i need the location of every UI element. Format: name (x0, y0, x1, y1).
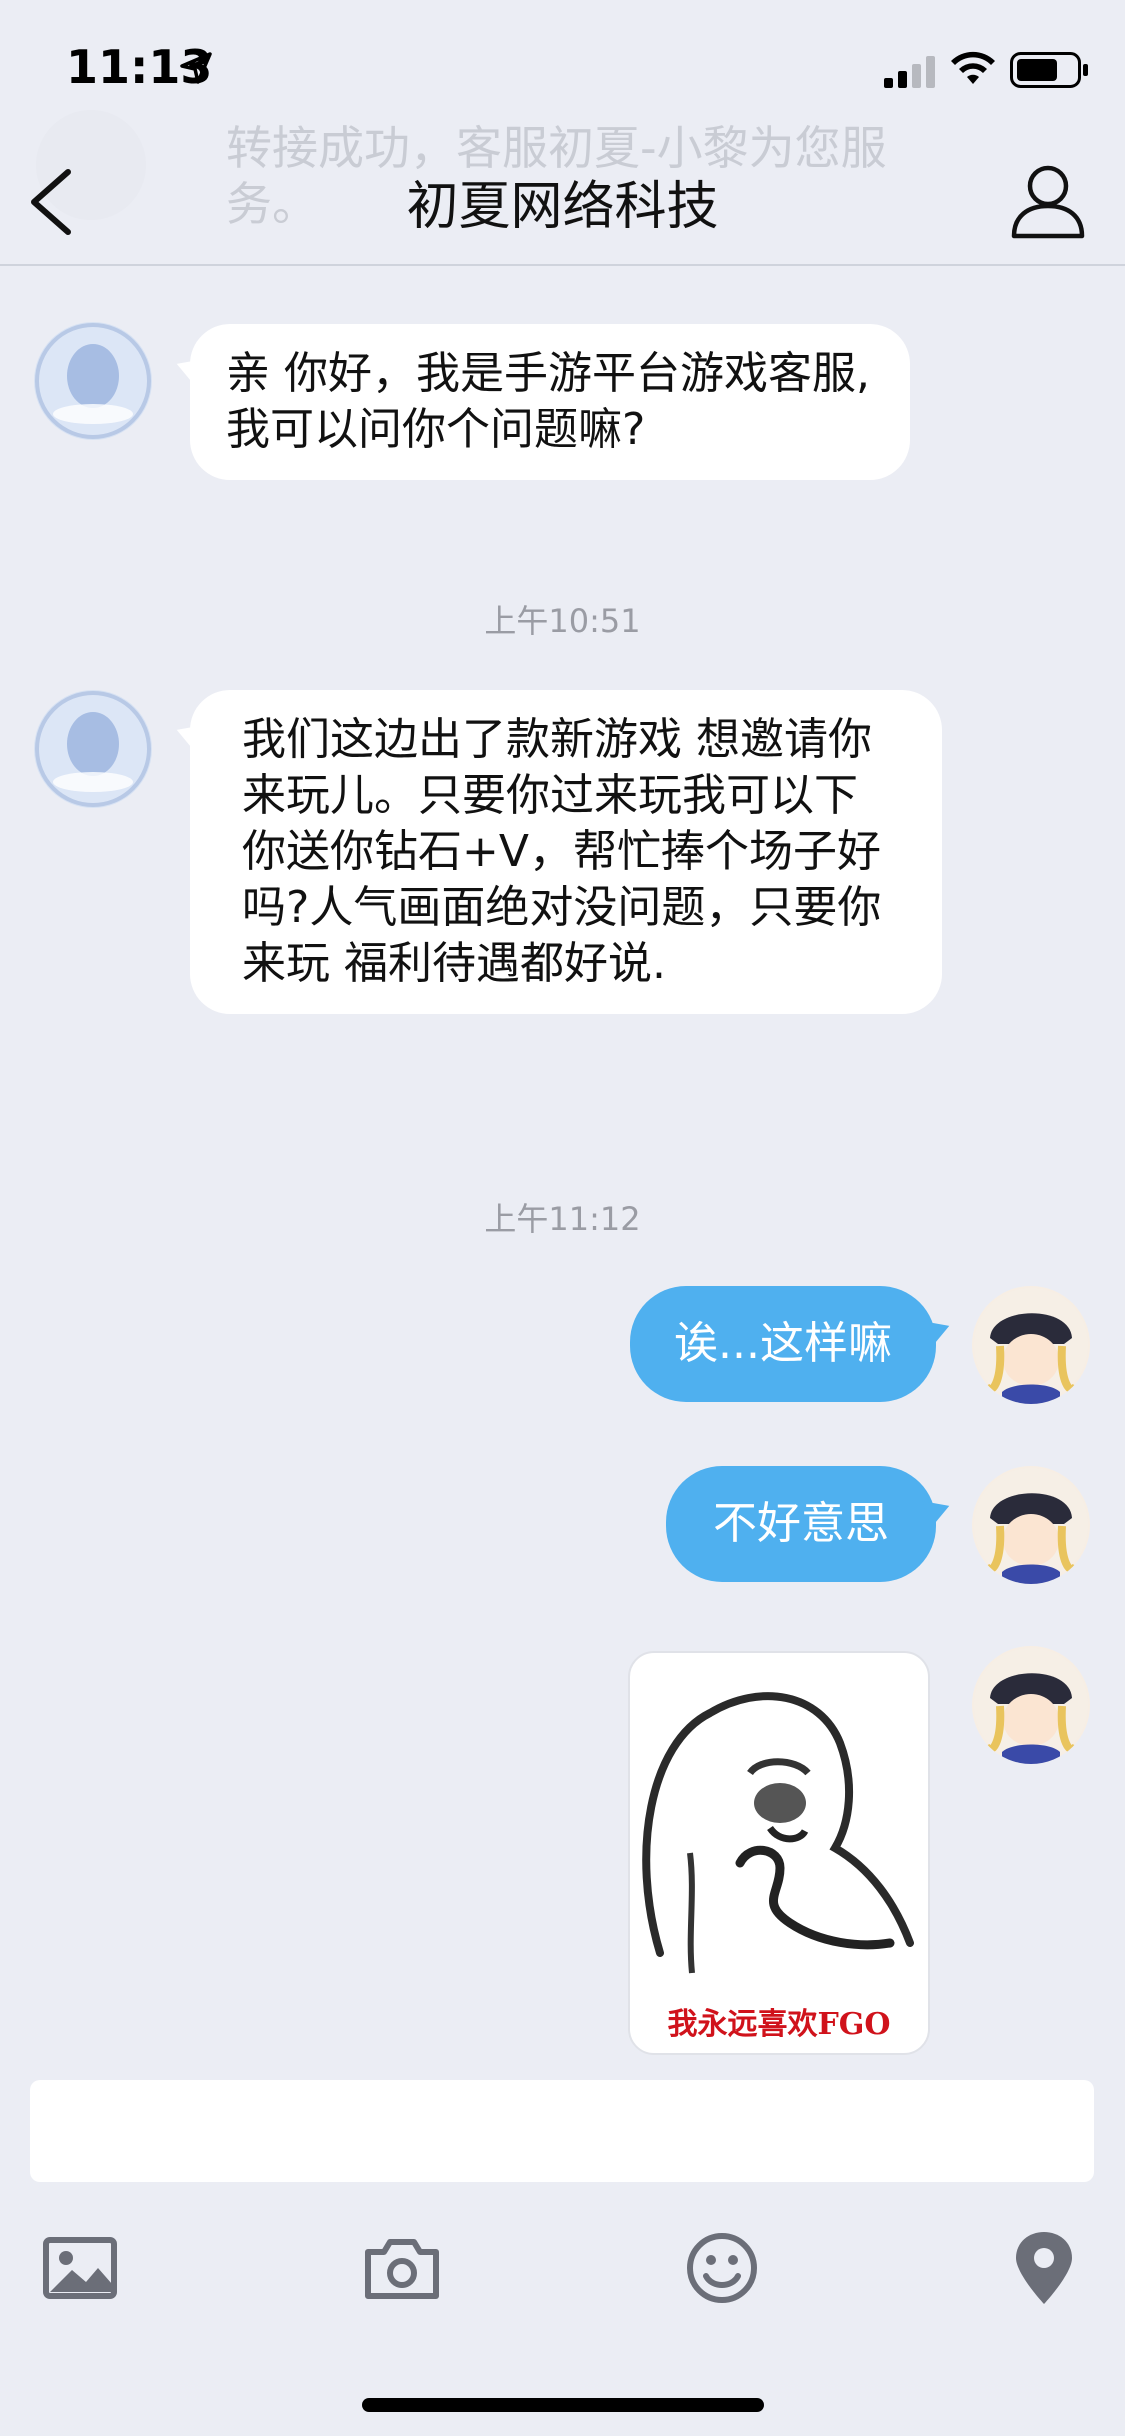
home-indicator[interactable] (362, 2398, 764, 2412)
message-text: 诶...这样嘛 (674, 1318, 892, 1369)
message-timestamp: 上午10:51 (484, 602, 641, 640)
meme-sticker-image (642, 1692, 914, 1974)
location-icon[interactable] (1004, 2228, 1084, 2308)
incoming-message[interactable]: 我们这边出了款新游戏 想邀请你来玩儿。只要你过来玩我可以下你送你钻石+V，帮忙捧… (190, 690, 942, 1014)
message-timestamp: 上午11:12 (484, 1200, 641, 1238)
sticker-caption: 我永远喜欢FGO (667, 2007, 891, 2042)
agent-avatar[interactable] (34, 690, 152, 808)
outgoing-message[interactable]: 诶...这样嘛 (630, 1286, 936, 1402)
message-text: 不好意思 (713, 1498, 889, 1549)
wifi-icon (951, 51, 995, 84)
anime-avatar-icon (974, 1468, 1088, 1584)
status-bar: 11:13 (0, 0, 1125, 140)
user-avatar[interactable] (972, 1286, 1090, 1404)
chat-title: 初夏网络科技 (406, 177, 719, 237)
outgoing-message[interactable]: 不好意思 (666, 1466, 936, 1582)
contact-profile-icon[interactable] (1008, 160, 1088, 240)
camera-icon[interactable] (362, 2228, 442, 2308)
message-text: 我们这边出了款新游戏 想邀请你来玩儿。只要你过来玩我可以下你送你钻石+V，帮忙捧… (242, 714, 882, 989)
message-input[interactable] (30, 2080, 1094, 2182)
sticker-message[interactable]: 我永远喜欢FGO (628, 1651, 930, 2055)
user-avatar[interactable] (972, 1466, 1090, 1584)
battery-icon (1010, 52, 1088, 88)
agent-avatar[interactable] (34, 322, 152, 440)
anime-avatar-icon (974, 1288, 1088, 1404)
input-area (0, 2072, 1125, 2436)
signal-icon (884, 56, 935, 88)
user-avatar[interactable] (972, 1646, 1090, 1764)
anime-avatar-icon (974, 1648, 1088, 1764)
message-text: 亲 你好，我是手游平台游戏客服,我可以问你个问题嘛? (226, 348, 870, 455)
nav-bar: 转接成功，客服初夏-小黎为您服务。 初夏网络科技 (0, 110, 1125, 266)
qq-penguin-icon (35, 323, 151, 439)
message-list[interactable]: 亲 你好，我是手游平台游戏客服,我可以问你个问题嘛? 上午10:51 我们这边出… (0, 266, 1125, 2071)
location-arrow-icon (180, 52, 212, 84)
qq-penguin-icon (35, 691, 151, 807)
incoming-message[interactable]: 亲 你好，我是手游平台游戏客服,我可以问你个问题嘛? (190, 324, 910, 480)
image-icon[interactable] (40, 2228, 120, 2308)
emoji-icon[interactable] (682, 2228, 762, 2308)
